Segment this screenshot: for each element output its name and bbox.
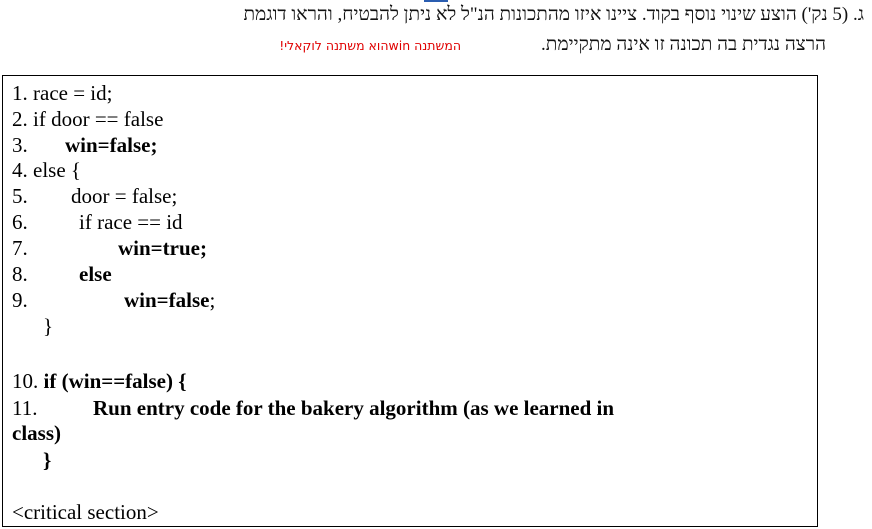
code-line-7: win=true;: [118, 236, 207, 260]
code-line-3-number: 3.: [12, 133, 28, 157]
code-line-6-number: 6.: [12, 210, 28, 234]
code-line-5: door = false;: [71, 184, 178, 208]
code-line-10: 10. if (win==false) {: [12, 369, 187, 393]
code-line-5-number: 5.: [12, 184, 28, 208]
top-edge-sliver: [424, 0, 448, 2]
code-line-8-number: 8.: [12, 262, 28, 286]
code-line-11-continued: class): [12, 421, 61, 445]
code-line-9: win=false;: [124, 288, 215, 312]
local-variable-note: המשתנה winהוא משתנה לוקאלי!: [279, 38, 461, 53]
code-line-9-number: 9.: [12, 288, 28, 312]
code-line-3: win=false;: [65, 133, 158, 157]
question-line-2: הרצה נגדית בה תכונה זו אינה מתקיימת.: [541, 34, 826, 55]
code-line-10-number: 10.: [12, 369, 39, 393]
else-close-brace: }: [43, 314, 54, 338]
question-line-1: ג. (5 נק') הוצע שינוי נוסף בקוד. ציינו א…: [243, 4, 864, 25]
code-line-10-text: if (win==false) {: [43, 369, 187, 393]
code-line-1: 1. race = id;: [12, 81, 113, 105]
if-close-brace: }: [43, 448, 52, 472]
code-line-9-semicolon: ;: [209, 288, 216, 312]
code-line-6: if race == id: [79, 210, 183, 234]
code-line-7-number: 7.: [12, 236, 28, 260]
code-line-9-text: win=false: [124, 288, 210, 312]
code-box: 1. race = id; 2. if door == false 3. win…: [2, 75, 818, 527]
code-line-11: Run entry code for the bakery algorithm …: [93, 396, 615, 420]
code-line-2: 2. if door == false: [12, 107, 164, 131]
code-line-11-number: 11.: [12, 396, 38, 420]
critical-section-line: <critical section>: [12, 500, 159, 524]
code-line-4: 4. else {: [12, 158, 81, 182]
code-line-8: else: [79, 262, 112, 286]
